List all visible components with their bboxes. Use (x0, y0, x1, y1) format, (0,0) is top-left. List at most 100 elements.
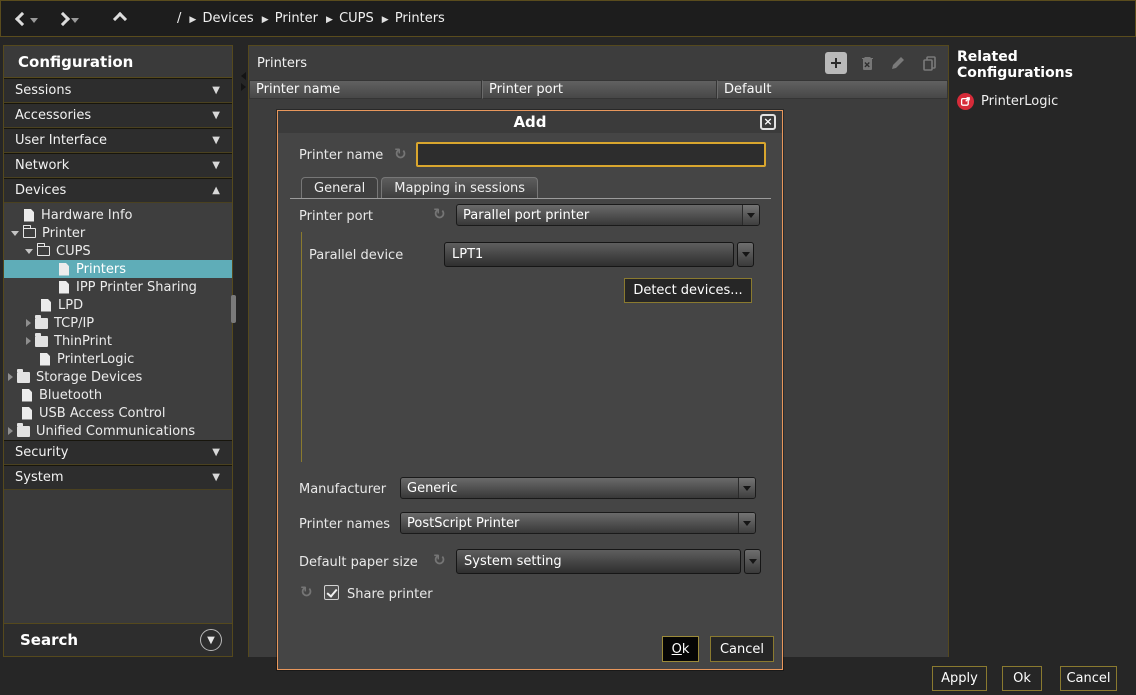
group-indent-line (301, 232, 302, 462)
dialog-cancel-button[interactable]: Cancel (710, 636, 774, 662)
up-button[interactable] (111, 8, 129, 30)
tree-item-ipp-printer-sharing[interactable]: IPP Printer Sharing (4, 278, 232, 296)
tree-item-thinprint[interactable]: ThinPrint (4, 332, 232, 350)
collapse-left-icon[interactable] (241, 72, 246, 80)
manufacturer-select[interactable]: Generic (400, 477, 756, 499)
breadcrumb-item-cups[interactable]: CUPS (339, 11, 374, 26)
dropdown-arrow-icon[interactable] (738, 513, 755, 533)
apply-button[interactable]: Apply (932, 666, 987, 691)
delete-button[interactable] (856, 52, 878, 74)
chevron-down-icon: ▼ (212, 110, 220, 121)
tab-mapping-in-sessions[interactable]: Mapping in sessions (381, 177, 538, 198)
tree-item-storage-devices[interactable]: Storage Devices (4, 368, 232, 386)
chevron-down-icon: ▼ (212, 85, 220, 96)
panel-title: Printers (257, 56, 307, 71)
dropdown-arrow-icon[interactable] (738, 478, 755, 498)
paper-size-input[interactable]: System setting (456, 549, 741, 574)
reset-icon[interactable]: ↺ (300, 585, 313, 600)
tree-item-tcpip[interactable]: TCP/IP (4, 314, 232, 332)
reset-icon[interactable]: ↺ (394, 147, 407, 162)
cancel-button[interactable]: Cancel (1060, 666, 1117, 691)
tree-item-unified-communications[interactable]: Unified Communications (4, 422, 232, 440)
sidebar-section-system[interactable]: System ▼ (4, 465, 232, 490)
chevron-down-icon: ▼ (212, 472, 220, 483)
file-icon (59, 263, 69, 276)
sidebar-section-sessions[interactable]: Sessions ▼ (4, 78, 232, 103)
close-icon[interactable]: × (760, 114, 776, 130)
dialog-ok-button[interactable]: Ok (662, 636, 699, 662)
breadcrumb-root[interactable]: / (177, 11, 181, 26)
search-section[interactable]: Search ▼ (4, 623, 232, 656)
column-header-default[interactable]: Default (717, 80, 948, 99)
column-header-printer-port[interactable]: Printer port (482, 80, 717, 99)
expander-closed-icon[interactable] (26, 319, 31, 327)
reset-icon[interactable]: ↺ (433, 553, 446, 568)
breadcrumb-arrow-icon: ▶ (262, 15, 269, 25)
breadcrumb-arrow-icon: ▶ (326, 15, 333, 25)
edit-icon (890, 55, 906, 71)
tree-item-bluetooth[interactable]: Bluetooth (4, 386, 232, 404)
parallel-device-dropdown-button[interactable] (737, 242, 754, 267)
tree-item-printer[interactable]: Printer (4, 224, 232, 242)
related-configurations-title: Related Configurations (957, 49, 1136, 81)
sidebar-scrollbar[interactable] (231, 295, 236, 323)
printer-port-label: Printer port (299, 209, 373, 224)
printer-name-input[interactable] (416, 142, 766, 167)
tab-general[interactable]: General (301, 177, 378, 198)
ok-button[interactable]: Ok (1002, 666, 1042, 691)
sidebar-title: Configuration (4, 46, 232, 78)
expander-closed-icon[interactable] (8, 373, 13, 381)
table-header: Printer name Printer port Default (249, 80, 948, 99)
file-icon (22, 389, 32, 402)
breadcrumb-item-printer[interactable]: Printer (275, 11, 318, 26)
tree-item-usb-access-control[interactable]: USB Access Control (4, 404, 232, 422)
sidebar-splitter[interactable] (240, 45, 247, 657)
add-button[interactable] (825, 52, 847, 74)
back-button[interactable] (13, 8, 44, 30)
table-toolbar (825, 52, 940, 74)
tree-item-cups[interactable]: CUPS (4, 242, 232, 260)
expander-closed-icon[interactable] (8, 427, 13, 435)
breadcrumb-item-printers[interactable]: Printers (395, 11, 445, 26)
folder-open-icon (37, 246, 50, 256)
forward-button[interactable] (54, 8, 85, 30)
sidebar-section-devices[interactable]: Devices ▲ (4, 178, 232, 203)
related-item-printerlogic[interactable]: PrinterLogic (957, 93, 1136, 110)
expander-open-icon[interactable] (11, 231, 19, 236)
sidebar-section-network[interactable]: Network ▼ (4, 153, 232, 178)
breadcrumb: / ▶ Devices ▶ Printer ▶ CUPS ▶ Printers (177, 11, 445, 26)
file-icon (22, 407, 32, 420)
tree-item-printers-selected[interactable]: Printers (4, 260, 232, 278)
expander-open-icon[interactable] (25, 249, 33, 254)
expander-closed-icon[interactable] (26, 337, 31, 345)
tree-item-hardware-info[interactable]: Hardware Info (4, 206, 232, 224)
dropdown-arrow-icon[interactable] (742, 205, 759, 225)
dropdown-arrow-icon (742, 252, 750, 257)
breadcrumb-item-devices[interactable]: Devices (202, 11, 253, 26)
folder-closed-icon (17, 426, 30, 437)
dialog-titlebar[interactable]: Add × (278, 111, 782, 133)
add-icon (829, 56, 843, 70)
column-header-printer-name[interactable]: Printer name (249, 80, 482, 99)
sidebar-section-user-interface[interactable]: User Interface ▼ (4, 128, 232, 153)
reset-icon[interactable]: ↺ (433, 207, 446, 222)
share-printer-checkbox[interactable] (324, 585, 339, 600)
printer-port-select[interactable]: Parallel port printer (456, 204, 760, 226)
sidebar-section-security[interactable]: Security ▼ (4, 440, 232, 465)
sidebar-section-accessories[interactable]: Accessories ▼ (4, 103, 232, 128)
forward-history-caret-icon (71, 18, 79, 23)
parallel-device-input[interactable]: LPT1 (444, 242, 734, 267)
folder-closed-icon (35, 336, 48, 347)
edit-button[interactable] (887, 52, 909, 74)
detect-devices-button[interactable]: Detect devices... (624, 278, 752, 303)
paper-size-dropdown-button[interactable] (744, 549, 761, 574)
share-printer-label: Share printer (347, 587, 433, 602)
tree-item-lpd[interactable]: LPD (4, 296, 232, 314)
copy-button[interactable] (918, 52, 940, 74)
chevron-down-icon: ▼ (212, 135, 220, 146)
tree-item-printerlogic[interactable]: PrinterLogic (4, 350, 232, 368)
folder-closed-icon (35, 318, 48, 329)
printer-names-select[interactable]: PostScript Printer (400, 512, 756, 534)
search-expand-icon[interactable]: ▼ (200, 629, 222, 651)
collapse-right-icon[interactable] (241, 83, 246, 91)
